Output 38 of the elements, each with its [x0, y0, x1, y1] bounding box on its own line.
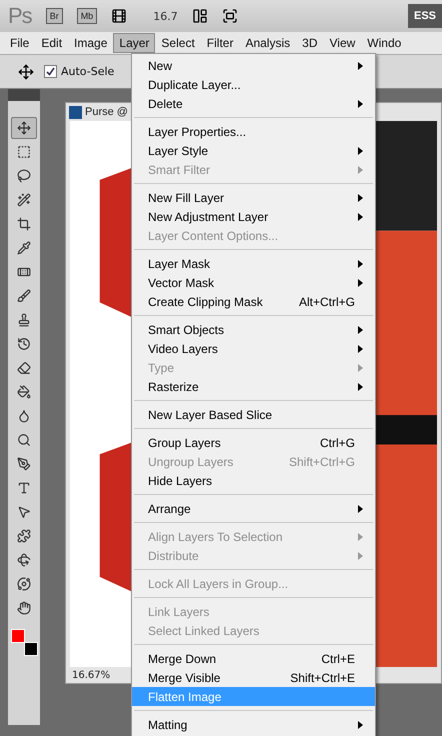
menu-title[interactable]: Image	[68, 33, 114, 53]
menu-item[interactable]: Smart Objects	[132, 320, 375, 339]
workspace-button[interactable]: ESS	[408, 4, 442, 28]
menu-item[interactable]: Create Clipping Mask Alt+Ctrl+G	[132, 292, 375, 311]
menu-item[interactable]: Duplicate Layer...	[132, 75, 375, 94]
menu-title[interactable]: Edit	[35, 33, 68, 53]
menu-title[interactable]: Layer	[113, 33, 156, 53]
menu-item[interactable]: New Adjustment Layer	[132, 207, 375, 226]
zoom-percentage[interactable]: 16.67%	[72, 670, 110, 680]
zoom-level[interactable]: 16.7	[153, 10, 178, 22]
checkbox-label: Auto-Sele	[61, 65, 114, 78]
menu-item[interactable]: Layer Properties...	[132, 122, 375, 141]
app-logo: Ps	[8, 3, 32, 29]
menu-item[interactable]: Merge Down Ctrl+E	[132, 649, 375, 668]
menu-title[interactable]: Select	[155, 33, 201, 53]
menu-title[interactable]: File	[4, 33, 36, 53]
menu-title[interactable]: 3D	[296, 33, 324, 53]
menu-title[interactable]: Windo	[361, 33, 408, 53]
menu-item[interactable]: Arrange	[132, 499, 375, 518]
menu-item[interactable]: New Layer Based Slice	[132, 405, 375, 424]
menu-item[interactable]: Vector Mask	[132, 273, 375, 292]
menu-item[interactable]: Delete	[132, 94, 375, 113]
menu-item[interactable]: Matting	[132, 715, 375, 734]
menu-item[interactable]: Merge Visible Shift+Ctrl+E	[132, 668, 375, 687]
menu-item[interactable]: New	[132, 56, 375, 75]
menu-title[interactable]: Analysis	[239, 33, 296, 53]
menu-title[interactable]: View	[323, 33, 362, 53]
menu-item[interactable]: Layer Style	[132, 141, 375, 160]
menu-title[interactable]: Filter	[200, 33, 240, 53]
menu-item[interactable]: Video Layers	[132, 339, 375, 358]
menu-item[interactable]: Group Layers Ctrl+G	[132, 433, 375, 452]
menu-item[interactable]: New Fill Layer	[132, 188, 375, 207]
app-launch-button[interactable]: Br	[46, 8, 63, 24]
menu-item[interactable]: Hide Layers	[132, 471, 375, 490]
menu-item[interactable]: Layer Mask	[132, 254, 375, 273]
app-launch-button[interactable]: Mb	[76, 8, 98, 24]
document-title: Purse @	[85, 106, 128, 118]
menu-item[interactable]: Rasterize	[132, 377, 375, 396]
